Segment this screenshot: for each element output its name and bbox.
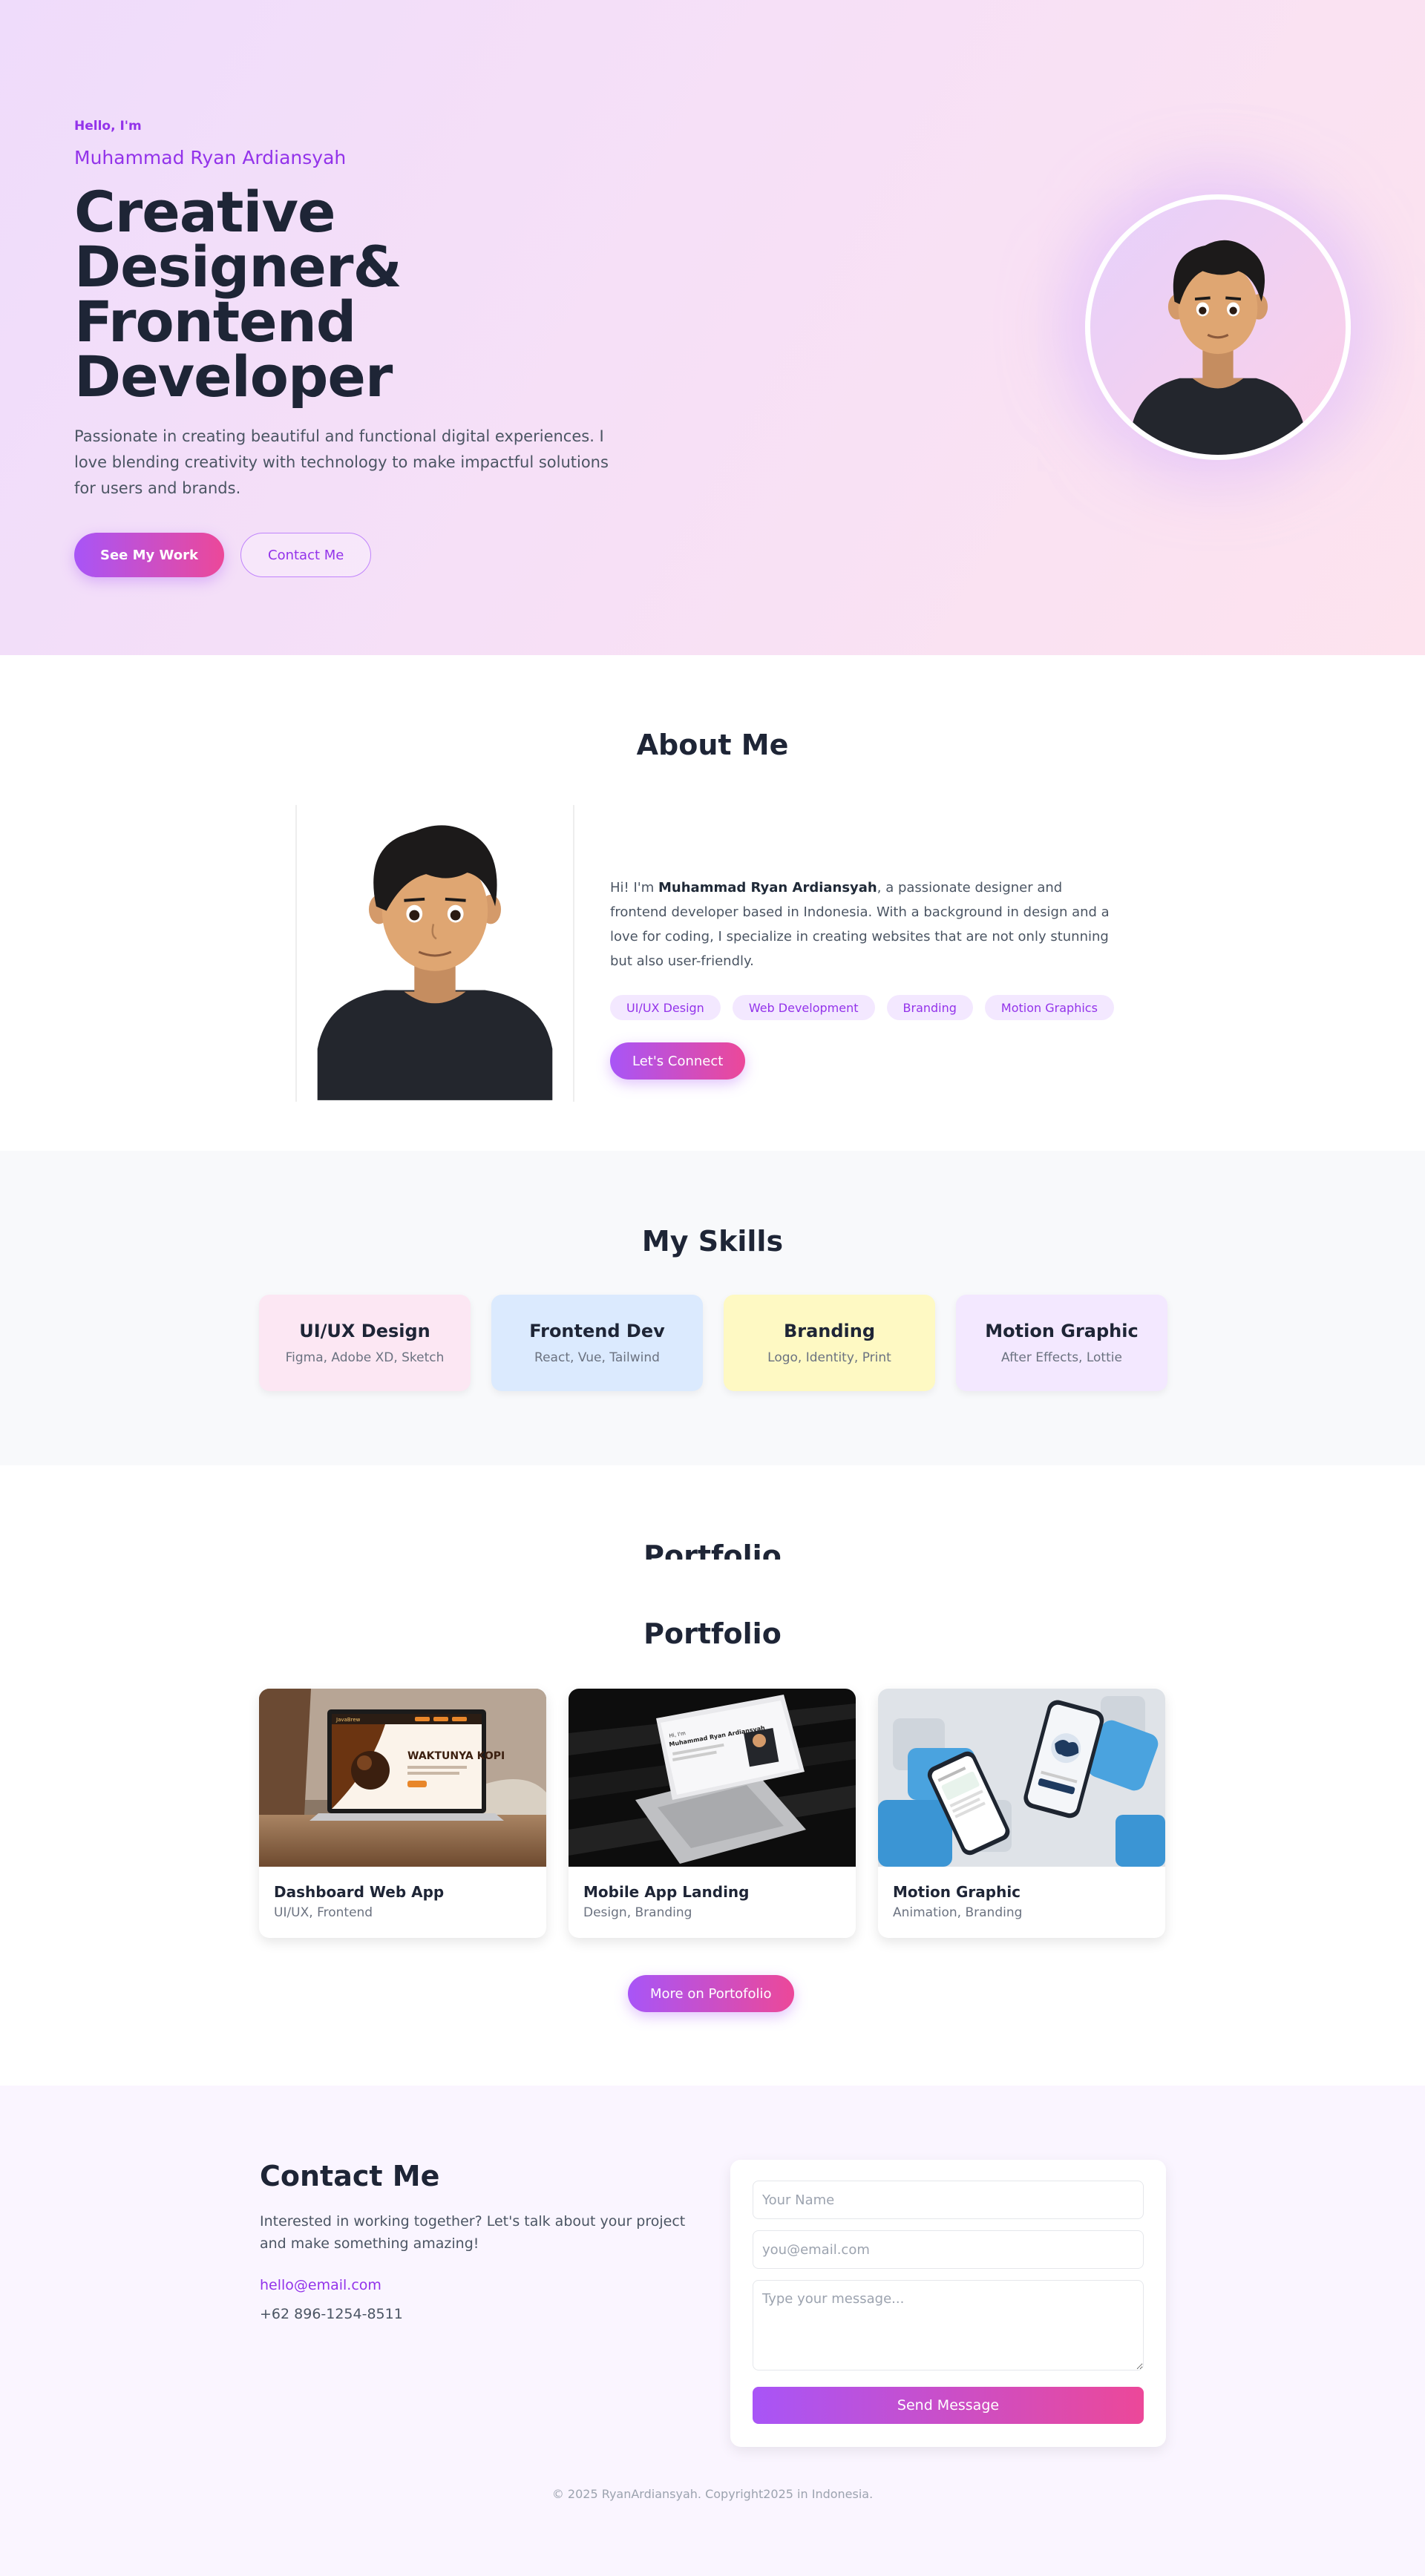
hero-title-line-1: Creative Designer& [74, 179, 402, 300]
skill-tools: Figma, Adobe XD, Sketch [285, 1350, 445, 1365]
message-textarea[interactable] [753, 2280, 1144, 2370]
hero-text: Hello, I'm Muhammad Ryan Ardiansyah Crea… [74, 119, 638, 577]
skills-section: My Skills UI/UX Design Figma, Adobe XD, … [0, 1151, 1425, 1465]
lets-connect-button[interactable]: Let's Connect [610, 1042, 746, 1080]
project-card-motion-graphic[interactable]: Motion Graphic Animation, Branding [878, 1689, 1165, 1938]
contact-email-link[interactable]: hello@email.com [260, 2277, 381, 2293]
tag-ui-ux-design: UI/UX Design [610, 995, 721, 1020]
skill-tools: React, Vue, Tailwind [534, 1350, 660, 1365]
project-card-dashboard[interactable]: JavaBrew WAKTUNYA KOPI Dashboard Web App… [259, 1689, 546, 1938]
thumb-coffee-brand: JavaBrew [335, 1717, 361, 1723]
contact-me-button[interactable]: Contact Me [240, 533, 372, 577]
project-name: Mobile App Landing [583, 1883, 750, 1901]
skill-tools: Logo, Identity, Print [767, 1350, 891, 1365]
project-info: Dashboard Web App UI/UX, Frontend [259, 1867, 546, 1936]
skill-card-branding: Branding Logo, Identity, Print [724, 1295, 935, 1391]
hero-section: Hello, I'm Muhammad Ryan Ardiansyah Crea… [0, 0, 1425, 655]
about-intro-prefix: Hi! I'm [610, 880, 658, 896]
project-category: Animation, Branding [893, 1905, 1023, 1920]
tag-branding: Branding [886, 995, 973, 1020]
tag-web-development: Web Development [732, 995, 875, 1020]
hero-title: Creative Designer& Frontend Developer [74, 184, 638, 405]
skill-name: Frontend Dev [529, 1321, 665, 1341]
skill-name: Motion Graphic [985, 1321, 1139, 1341]
project-info: Motion Graphic Animation, Branding [878, 1867, 1165, 1936]
about-title: About Me [636, 729, 789, 761]
project-name: Dashboard Web App [274, 1883, 445, 1901]
project-category: Design, Branding [583, 1905, 692, 1920]
about-intro-name: Muhammad Ryan Ardiansyah [658, 880, 877, 896]
tag-motion-graphics: Motion Graphics [984, 995, 1114, 1020]
laptop-coffee-thumbnail-icon: JavaBrew WAKTUNYA KOPI [259, 1689, 546, 1867]
hero-title-line-3: Developer [74, 344, 393, 410]
portfolio-ghost-title: Portfolio [643, 1540, 782, 1560]
skills-title: My Skills [641, 1225, 784, 1258]
project-card-mobile-landing[interactable]: Hi, I'm Muhammad Ryan Ardiansyah Mobile … [569, 1689, 856, 1938]
hero-name: Muhammad Ryan Ardiansyah [74, 147, 347, 168]
contact-phone: +62 896-1254-8511 [260, 2306, 403, 2322]
skill-card-motion: Motion Graphic After Effects, Lottie [956, 1295, 1167, 1391]
skill-name: UI/UX Design [299, 1321, 430, 1341]
skill-tools: After Effects, Lottie [1001, 1350, 1122, 1365]
phones-thumbnail-icon [878, 1689, 1165, 1867]
hero-greeting: Hello, I'm [74, 119, 142, 134]
laptop-dark-thumbnail-icon: Hi, I'm Muhammad Ryan Ardiansyah [569, 1689, 856, 1867]
hero-buttons: See My Work Contact Me [74, 533, 638, 577]
send-message-button[interactable]: Send Message [753, 2387, 1144, 2424]
skill-card-ui-ux: UI/UX Design Figma, Adobe XD, Sketch [259, 1295, 471, 1391]
hero-description: Passionate in creating beautiful and fun… [74, 427, 609, 497]
skill-name: Branding [783, 1321, 876, 1341]
skill-cards: UI/UX Design Figma, Adobe XD, Sketch Fro… [259, 1295, 1167, 1391]
hero-avatar [1085, 194, 1351, 460]
avatar-portrait-icon [317, 825, 553, 1100]
project-cards: JavaBrew WAKTUNYA KOPI Dashboard Web App… [259, 1689, 1165, 1938]
about-text: Hi! I'm Muhammad Ryan Ardiansyah, a pass… [610, 875, 1115, 973]
more-on-portfolio-button[interactable]: More on Portofolio [628, 1975, 794, 2012]
avatar-illustration-icon [1128, 240, 1308, 455]
contact-description: Interested in working together? Let's ta… [260, 2213, 686, 2252]
contact-title: Contact Me [260, 2160, 440, 2192]
project-category: UI/UX, Frontend [274, 1905, 373, 1920]
see-my-work-button[interactable]: See My Work [74, 533, 224, 577]
project-info: Mobile App Landing Design, Branding [569, 1867, 856, 1936]
project-name: Motion Graphic [893, 1883, 1021, 1901]
portfolio-title: Portfolio [643, 1617, 782, 1650]
name-input[interactable] [753, 2181, 1144, 2219]
thumb-coffee-headline: WAKTUNYA KOPI [407, 1750, 505, 1762]
about-tags: UI/UX Design Web Development Branding Mo… [610, 995, 1114, 1020]
about-photo [295, 805, 574, 1102]
contact-form: Send Message [730, 2160, 1166, 2447]
skill-card-frontend: Frontend Dev React, Vue, Tailwind [491, 1295, 703, 1391]
contact-section: Contact Me Interested in working togethe… [0, 2086, 1425, 2576]
email-input[interactable] [753, 2230, 1144, 2269]
footer-copyright: © 2025 RyanArdiansyah. Copyright2025 in … [551, 2487, 874, 2501]
